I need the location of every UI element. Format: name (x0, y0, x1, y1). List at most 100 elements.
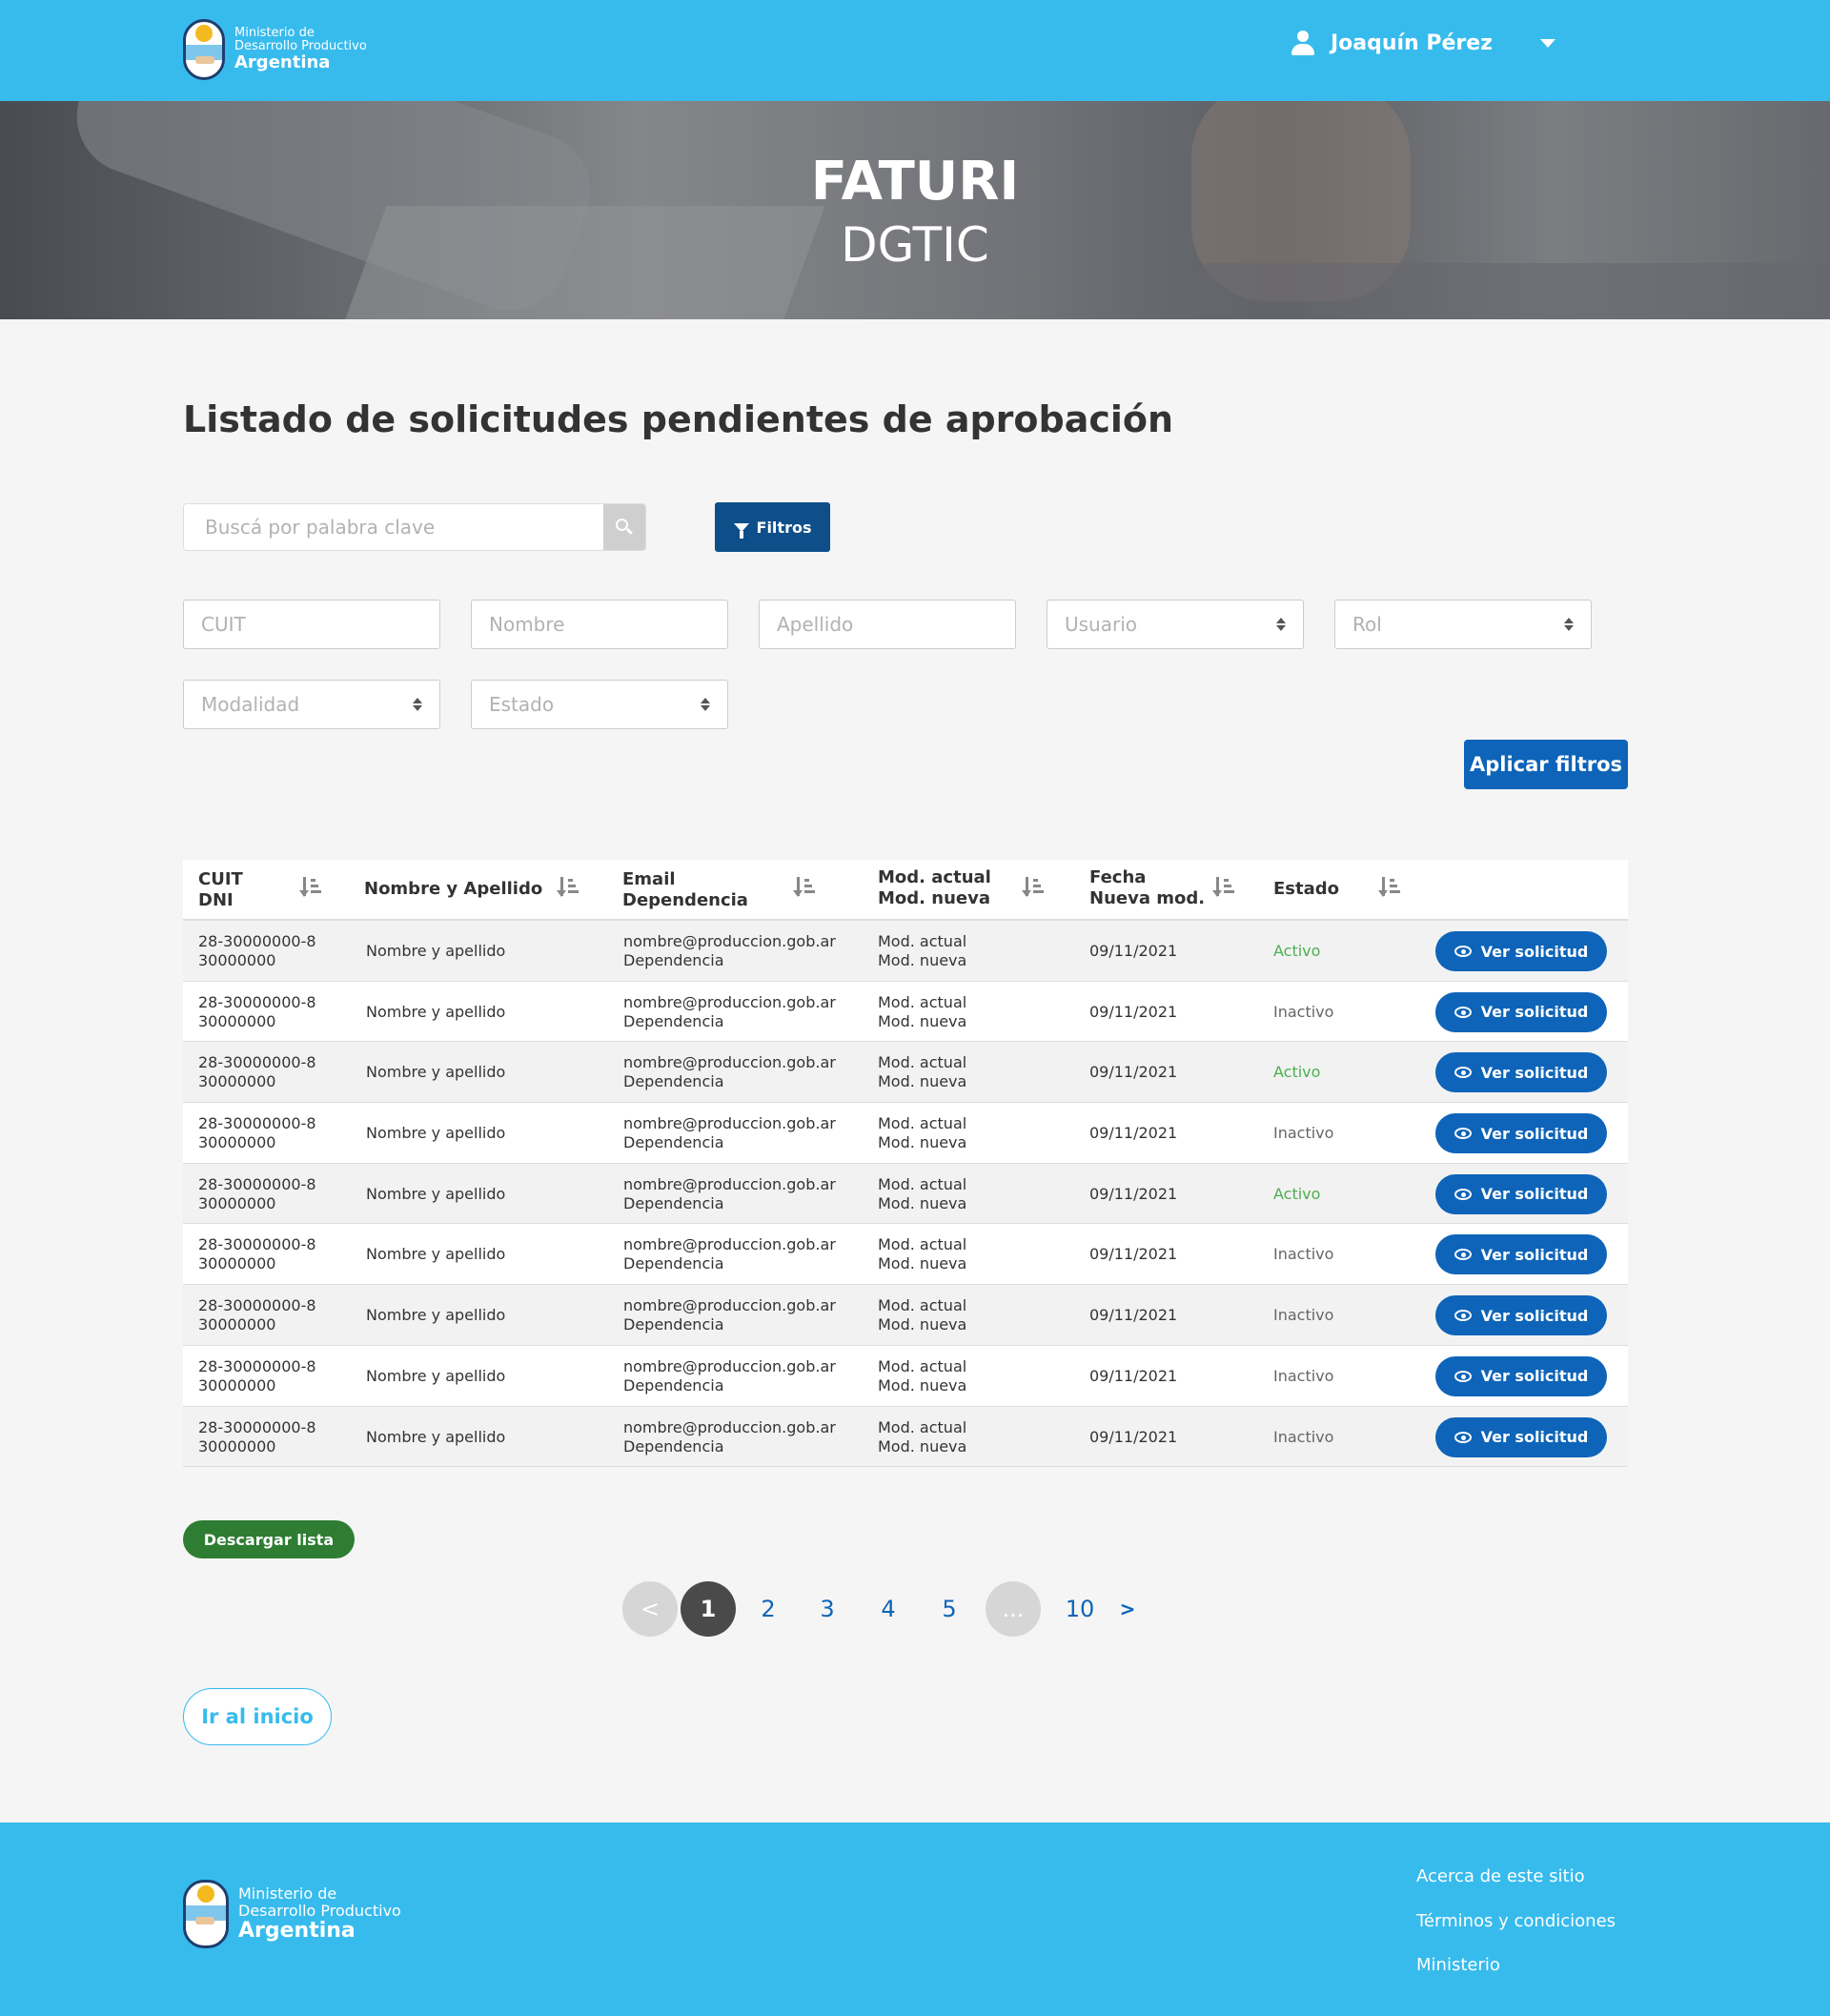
user-icon (1291, 31, 1315, 55)
cell-cuit-dni: 28-30000000-8 30000000 (198, 1356, 316, 1395)
apellido-field[interactable]: Apellido (759, 600, 1016, 649)
filter-icon (733, 522, 749, 539)
pagination-page-3[interactable]: 3 (800, 1581, 855, 1637)
cell-nombre: Nombre y apellido (366, 1366, 506, 1385)
eye-icon (1454, 1431, 1472, 1443)
footer-links: Acerca de este sitio Términos y condicio… (1416, 1866, 1616, 2000)
eye-icon (1454, 1128, 1472, 1140)
nombre-placeholder: Nombre (489, 613, 565, 636)
download-list-button[interactable]: Descargar lista (183, 1520, 355, 1558)
cell-cuit-dni: 28-30000000-8 30000000 (198, 992, 316, 1030)
view-request-button[interactable]: Ver solicitud (1435, 1416, 1607, 1457)
view-request-button[interactable]: Ver solicitud (1435, 1295, 1607, 1336)
cell-cuit-dni: 28-30000000-8 30000000 (198, 932, 316, 969)
usuario-placeholder: Usuario (1065, 613, 1138, 636)
footer-link-ministerio[interactable]: Ministerio (1416, 1955, 1616, 2000)
cuit-field[interactable]: CUIT (183, 600, 440, 649)
filters-button[interactable]: Filtros (715, 502, 830, 552)
select-arrows-icon (701, 698, 710, 711)
footer-logo-line-3: Argentina (238, 1918, 356, 1943)
eye-icon (1454, 1370, 1472, 1382)
search-icon (616, 519, 633, 536)
pagination-page-2[interactable]: 2 (741, 1581, 796, 1637)
select-arrows-icon (1276, 618, 1286, 631)
sort-icon[interactable] (299, 877, 322, 898)
cell-nombre: Nombre y apellido (366, 1184, 506, 1203)
sort-icon[interactable] (793, 877, 816, 898)
eye-icon (1454, 1006, 1472, 1018)
status-badge: Inactivo (1273, 1245, 1334, 1264)
pagination-page-4[interactable]: 4 (861, 1581, 916, 1637)
view-request-button[interactable]: Ver solicitud (1435, 931, 1607, 971)
footer-logo-line-1: Ministerio de (238, 1884, 337, 1904)
cell-modalidad: Mod. actual Mod. nueva (878, 992, 967, 1030)
view-request-label: Ver solicitud (1480, 1124, 1589, 1143)
sort-icon[interactable] (1378, 877, 1401, 898)
logo-line-2: Desarrollo Productivo (234, 39, 367, 54)
status-badge: Inactivo (1273, 1124, 1334, 1143)
sort-icon[interactable] (1212, 877, 1235, 898)
search-input[interactable] (184, 504, 603, 550)
footer-ministry-logo[interactable]: Ministerio de Desarrollo Productivo Arge… (183, 1880, 401, 1948)
go-home-button[interactable]: Ir al inicio (183, 1688, 332, 1745)
sort-icon[interactable] (557, 877, 580, 898)
table-row: 28-30000000-8 30000000 Nombre y apellido no… (183, 921, 1628, 982)
caret-down-icon[interactable] (1540, 38, 1556, 48)
user-menu[interactable]: Joaquín Pérez (1291, 31, 1556, 55)
site-header: Ministerio de Desarrollo Productivo Arge… (0, 0, 1830, 101)
modalidad-placeholder: Modalidad (201, 693, 300, 716)
site-footer: Ministerio de Desarrollo Productivo Arge… (0, 1823, 1830, 2016)
view-request-label: Ver solicitud (1480, 1428, 1589, 1446)
pagination-page-5[interactable]: 5 (922, 1581, 977, 1637)
view-request-button[interactable]: Ver solicitud (1435, 1355, 1607, 1396)
cell-fecha: 09/11/2021 (1089, 1306, 1178, 1325)
col-fecha-header: Fecha Nueva mod. (1089, 867, 1206, 908)
nombre-field[interactable]: Nombre (471, 600, 728, 649)
estado-placeholder: Estado (489, 693, 555, 716)
apply-filters-button[interactable]: Aplicar filtros (1464, 740, 1628, 789)
table-row: 28-30000000-8 30000000 Nombre y apellido no… (183, 1285, 1628, 1346)
ministry-logo[interactable]: Ministerio de Desarrollo Productivo Arge… (183, 19, 367, 80)
footer-link-terminos[interactable]: Términos y condiciones (1416, 1911, 1616, 1956)
status-badge: Activo (1273, 942, 1321, 960)
rol-select[interactable]: Rol (1334, 600, 1592, 649)
estado-select[interactable]: Estado (471, 680, 728, 729)
modalidad-select[interactable]: Modalidad (183, 680, 440, 729)
cell-cuit-dni: 28-30000000-8 30000000 (198, 1114, 316, 1152)
pagination-prev[interactable]: < (622, 1581, 678, 1637)
page-title: Listado de solicitudes pendientes de apr… (183, 398, 1174, 440)
cell-modalidad: Mod. actual Mod. nueva (878, 1174, 967, 1212)
coat-of-arms-icon (183, 19, 225, 80)
apellido-placeholder: Apellido (777, 613, 854, 636)
col-mod-header: Mod. actual Mod. nueva (878, 867, 991, 908)
select-arrows-icon (413, 698, 422, 711)
eye-icon (1454, 1310, 1472, 1322)
cell-fecha: 09/11/2021 (1089, 1063, 1178, 1082)
footer-link-acerca[interactable]: Acerca de este sitio (1416, 1866, 1616, 1911)
sort-icon[interactable] (1022, 877, 1045, 898)
status-badge: Activo (1273, 1063, 1321, 1082)
view-request-label: Ver solicitud (1480, 1245, 1589, 1264)
view-request-button[interactable]: Ver solicitud (1435, 1234, 1607, 1275)
cell-fecha: 09/11/2021 (1089, 1124, 1178, 1143)
view-request-button[interactable]: Ver solicitud (1435, 1113, 1607, 1154)
view-request-button[interactable]: Ver solicitud (1435, 1173, 1607, 1214)
cell-email-dependencia: nombre@produccion.gob.ar Dependencia (623, 1356, 836, 1395)
view-request-label: Ver solicitud (1480, 1185, 1589, 1204)
pagination-next[interactable]: > (1100, 1581, 1155, 1637)
status-badge: Activo (1273, 1184, 1321, 1203)
view-request-label: Ver solicitud (1480, 1306, 1589, 1325)
search-button[interactable] (603, 504, 645, 550)
cell-fecha: 09/11/2021 (1089, 1245, 1178, 1264)
pagination-page-1[interactable]: 1 (681, 1581, 736, 1637)
view-request-button[interactable]: Ver solicitud (1435, 991, 1607, 1032)
cell-nombre: Nombre y apellido (366, 942, 506, 960)
table-header: CUIT DNI Nombre y Apellido Email Dependenc… (183, 860, 1628, 921)
view-request-button[interactable]: Ver solicitud (1435, 1052, 1607, 1093)
cell-nombre: Nombre y apellido (366, 1002, 506, 1021)
cell-nombre: Nombre y apellido (366, 1124, 506, 1143)
view-request-label: Ver solicitud (1480, 1367, 1589, 1386)
cell-nombre: Nombre y apellido (366, 1427, 506, 1446)
usuario-select[interactable]: Usuario (1047, 600, 1304, 649)
col-cuit-header: CUIT DNI (198, 869, 243, 910)
